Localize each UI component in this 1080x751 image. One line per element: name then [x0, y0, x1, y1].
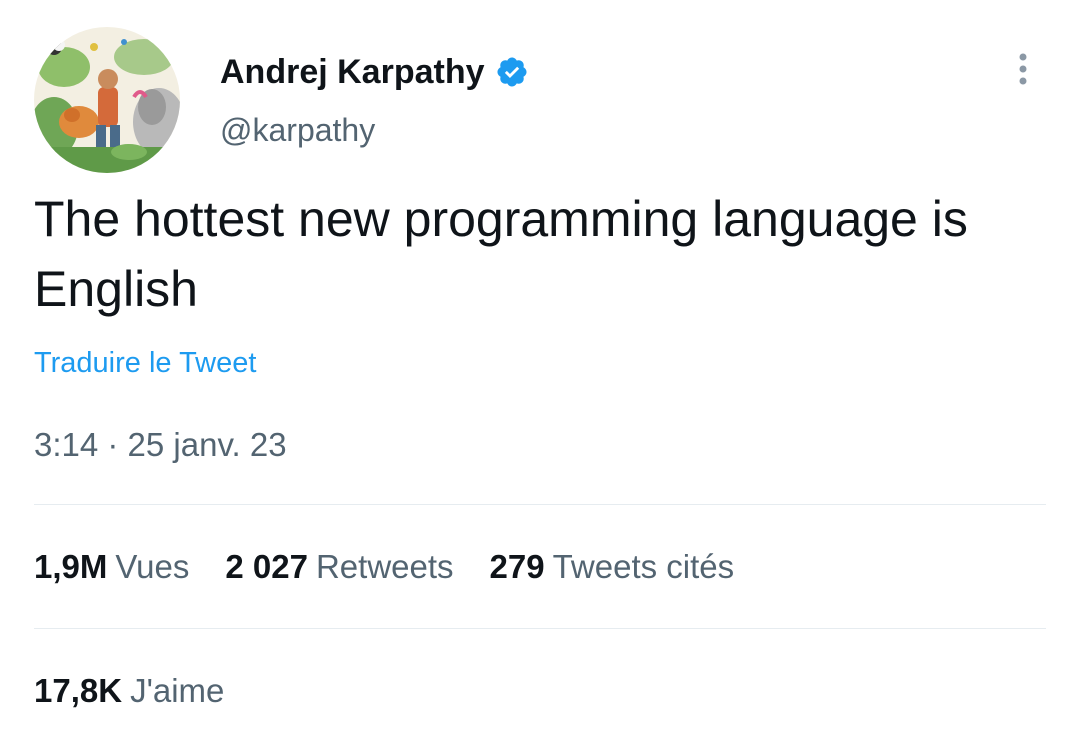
retweets-stat[interactable]: 2 027 Retweets: [225, 544, 453, 590]
avatar[interactable]: [34, 27, 180, 173]
views-label: Vues: [115, 548, 190, 585]
views-count: 1,9M: [34, 548, 108, 585]
tweet-timestamp[interactable]: 3:14 · 25 janv. 23: [34, 422, 287, 468]
quote-tweets-stat[interactable]: 279 Tweets cités: [490, 544, 735, 590]
retweets-count: 2 027: [225, 548, 308, 585]
likes-count: 17,8K: [34, 672, 123, 709]
translate-tweet-link[interactable]: Traduire le Tweet: [34, 343, 256, 383]
divider: [34, 628, 1046, 629]
likes-row: 17,8K J'aime: [34, 668, 224, 714]
quote-tweets-label: Tweets cités: [552, 548, 735, 585]
more-options-icon[interactable]: [1004, 50, 1042, 88]
retweets-label: Retweets: [315, 548, 454, 585]
author-display-name-row[interactable]: Andrej Karpathy: [220, 50, 529, 94]
stats-row: 1,9M Vues 2 027 Retweets 279 Tweets cités: [34, 544, 734, 590]
views-stat[interactable]: 1,9M Vues: [34, 544, 189, 590]
divider: [34, 504, 1046, 505]
avatar-illustration: [34, 27, 180, 173]
likes-label: J'aime: [130, 672, 225, 709]
author-display-name[interactable]: Andrej Karpathy: [220, 50, 485, 94]
quote-tweets-count: 279: [489, 548, 545, 585]
likes-stat[interactable]: 17,8K J'aime: [34, 672, 224, 709]
author-handle[interactable]: @karpathy: [220, 108, 375, 152]
tweet-text: The hottest new programming language is …: [34, 191, 968, 317]
verified-badge-icon: [495, 55, 529, 89]
